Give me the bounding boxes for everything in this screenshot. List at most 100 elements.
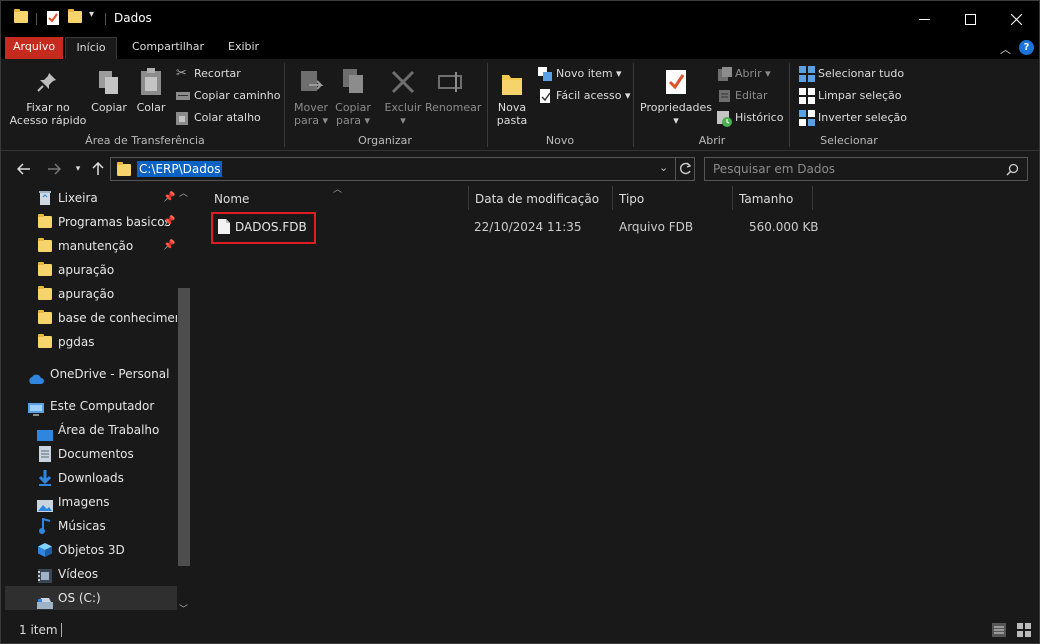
desktop-icon (37, 425, 53, 441)
new-item-button[interactable]: Novo item ▾ (556, 65, 622, 83)
column-separator[interactable] (732, 186, 733, 210)
column-header-type[interactable]: Tipo (619, 188, 644, 210)
properties-icon (664, 68, 688, 99)
cube-icon (37, 542, 52, 557)
invert-selection-button[interactable]: Inverter seleção (818, 109, 907, 127)
maximize-button[interactable] (947, 1, 993, 37)
copy-path-button[interactable]: Copiar caminho (194, 87, 280, 105)
item-count: 1 item (19, 623, 58, 637)
sidebar-item-pgdas[interactable]: pgdas (5, 330, 177, 354)
sidebar-item-manutencao[interactable]: manutenção 📌 (5, 234, 177, 258)
sidebar-scroll-thumb[interactable] (178, 288, 190, 566)
sidebar-item-label: Objetos 3D (58, 543, 125, 557)
sidebar-item-area-de-trabalho[interactable]: Área de Trabalho (5, 418, 177, 442)
sidebar-item-objetos-3d[interactable]: Objetos 3D (5, 538, 177, 562)
pin-icon: 📌 (163, 216, 176, 227)
large-icons-view-icon[interactable] (1017, 623, 1031, 640)
ribbon-tabs: Arquivo Início Compartilhar Exibir ︿ ? (1, 37, 1039, 59)
sidebar-item-next-drive[interactable] (5, 610, 177, 616)
address-dropdown-icon[interactable]: ⌄ (659, 161, 668, 174)
move-to-button[interactable]: Mover para ▾ (290, 101, 332, 127)
invert-selection-icon (799, 110, 815, 126)
close-button[interactable] (993, 1, 1039, 37)
new-folder-button[interactable]: Nova pasta (492, 101, 532, 127)
help-icon[interactable]: ? (1019, 40, 1034, 55)
column-separator[interactable] (812, 186, 813, 210)
customize-qat-icon[interactable]: ▾ (89, 9, 94, 20)
paste-shortcut-button[interactable]: Colar atalho (194, 109, 261, 127)
column-header-name[interactable]: Nome (214, 188, 249, 210)
move-label-line1: Mover (293, 101, 329, 114)
tab-inicio[interactable]: Início (65, 37, 117, 59)
sidebar-item-lixeira[interactable]: Lixeira 📌 (5, 186, 177, 210)
cut-button[interactable]: Recortar (194, 65, 241, 83)
sidebar-item-videos[interactable]: Vídeos (5, 562, 177, 586)
search-icon[interactable] (1006, 163, 1019, 179)
properties-button[interactable]: Propriedades ▾ (639, 101, 713, 127)
folder-icon (117, 162, 131, 176)
search-box[interactable]: Pesquisar em Dados (704, 157, 1028, 181)
copy-to-button[interactable]: Copiar para ▾ (332, 101, 374, 127)
open-button[interactable]: Abrir ▾ (735, 65, 771, 83)
file-list: ︿ Nome Data de modificação Tipo Tamanho … (194, 184, 1039, 617)
recent-locations-icon[interactable]: ▾ (67, 158, 89, 180)
address-path[interactable]: C:\ERP\Dados (137, 161, 223, 177)
scroll-up-icon[interactable]: ︿ (179, 186, 188, 199)
tab-exibir[interactable]: Exibir (220, 37, 267, 59)
sidebar-item-os-c[interactable]: OS (C:) (5, 586, 177, 610)
sidebar-item-onedrive[interactable]: OneDrive - Personal (5, 362, 177, 386)
folder-icon (38, 286, 52, 300)
sidebar-item-label: apuração (58, 263, 115, 277)
copy-to-label-line1: Copiar (335, 101, 371, 114)
sidebar-item-apuracao[interactable]: apuração (5, 282, 177, 306)
pin-quick-access-button[interactable]: Fixar no Acesso rápido (7, 101, 89, 127)
address-bar[interactable]: C:\ERP\Dados ⌄ (110, 157, 695, 181)
history-button[interactable]: Histórico (735, 109, 783, 127)
collapse-ribbon-icon[interactable]: ︿ (1000, 41, 1011, 57)
refresh-icon[interactable] (680, 161, 692, 178)
back-button[interactable] (13, 158, 35, 180)
select-none-button[interactable]: Limpar seleção (818, 87, 901, 105)
rename-button[interactable]: Renomear (425, 101, 481, 114)
sidebar-item-musicas[interactable]: Músicas (5, 514, 177, 538)
copy-button[interactable]: Copiar (89, 101, 129, 114)
explorer-window: ▾ Dados Arquivo Início Compartilhar Exib… (0, 0, 1040, 644)
paste-shortcut-icon (176, 111, 190, 125)
tab-arquivo[interactable]: Arquivo (5, 37, 64, 59)
pictures-icon (37, 496, 53, 512)
copy-to-label-text: para (335, 114, 361, 127)
sidebar-item-label: Programas basicos (58, 215, 171, 229)
sidebar-item-documentos[interactable]: Documentos (5, 442, 177, 466)
folder-icon (38, 238, 52, 252)
sidebar-item-programas-basicos[interactable]: Programas basicos 📌 (5, 210, 177, 234)
minimize-button[interactable] (901, 1, 947, 37)
new-folder-icon (500, 69, 524, 100)
column-header-modified[interactable]: Data de modificação (475, 188, 599, 210)
edit-button[interactable]: Editar (735, 87, 768, 105)
select-all-button[interactable]: Selecionar tudo (818, 65, 904, 83)
easy-access-button[interactable]: Fácil acesso ▾ (556, 87, 631, 105)
sidebar-item-base-de-conhecimento[interactable]: base de conhecimento (5, 306, 177, 330)
properties-icon[interactable] (46, 10, 60, 29)
easy-access-icon (538, 89, 552, 103)
column-separator[interactable] (612, 186, 613, 210)
details-view-icon[interactable] (992, 623, 1006, 640)
paste-button[interactable]: Colar (133, 101, 169, 114)
scroll-down-icon[interactable]: ﹀ (179, 602, 188, 615)
sidebar-item-este-computador[interactable]: Este Computador (5, 394, 177, 418)
forward-button[interactable] (43, 158, 65, 180)
new-folder-icon[interactable] (68, 9, 82, 23)
folder-icon (38, 214, 52, 228)
navigation-bar: ▾ C:\ERP\Dados ⌄ Pesquisar em Dados (1, 154, 1039, 184)
sidebar-item-apuracao[interactable]: apuração (5, 258, 177, 282)
sidebar-item-downloads[interactable]: Downloads (5, 466, 177, 490)
delete-button[interactable]: Excluir ▾ (381, 101, 425, 127)
open-icon (718, 67, 732, 81)
up-button[interactable] (87, 158, 109, 180)
tab-compartilhar[interactable]: Compartilhar (124, 37, 212, 59)
column-header-size[interactable]: Tamanho (739, 188, 793, 210)
sidebar-item-label: Downloads (58, 471, 124, 485)
sidebar-item-imagens[interactable]: Imagens (5, 490, 177, 514)
column-separator[interactable] (468, 186, 469, 210)
sort-ascending-icon: ︿ (333, 185, 343, 195)
